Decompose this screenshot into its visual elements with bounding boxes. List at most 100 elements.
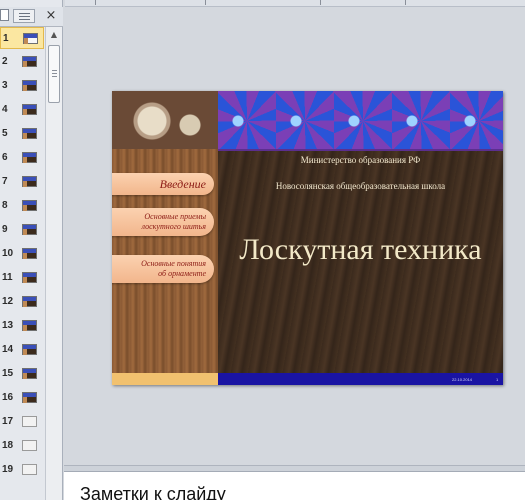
nav-intro-label: Введение	[159, 177, 206, 191]
scrollbar-thumb[interactable]	[48, 45, 60, 103]
slide-thumbnail[interactable]: 8	[0, 195, 44, 217]
scroll-up-arrow-icon[interactable]: ▲	[46, 27, 62, 43]
slide-number: 13	[2, 320, 14, 331]
slide-thumbnail[interactable]: 16	[0, 387, 44, 409]
ruler-tick	[405, 0, 406, 5]
outline-line-icon	[19, 16, 30, 17]
thumbnail-scrollbar[interactable]: ▲	[45, 27, 62, 500]
preview-side	[23, 301, 27, 307]
slide-preview-image	[22, 464, 37, 475]
slide-thumbnail[interactable]: 10	[0, 243, 44, 265]
slide-preview-image	[22, 320, 37, 331]
slide-number: 11	[2, 272, 13, 283]
slide-preview-image	[22, 296, 37, 307]
nav-button-intro[interactable]: Введение	[112, 173, 214, 195]
powerpoint-window: × 1 2 3 4 5 6 7 8 9 10 11 12 13 14 15 16 17 18 19 ▲ Минист…	[0, 0, 525, 500]
slide-thumbnail[interactable]: 18	[0, 435, 44, 457]
outline-tab[interactable]	[13, 9, 35, 23]
footer-page-number: 1	[496, 377, 499, 382]
slide-preview-image	[22, 368, 37, 379]
preview-side	[23, 229, 27, 235]
preview-side	[24, 38, 28, 44]
slide-number: 9	[2, 224, 8, 235]
slide-thumbnail[interactable]: 3	[0, 75, 44, 97]
slide-number: 17	[2, 416, 14, 427]
slide-editor-canvas: Министерство образования РФ Новосолянска…	[64, 7, 525, 465]
notes-pane[interactable]: Заметки к слайду	[64, 471, 525, 500]
preview-side	[23, 205, 27, 211]
ruler-tick	[95, 0, 96, 5]
preview-side	[23, 61, 27, 67]
current-slide[interactable]: Министерство образования РФ Новосолянска…	[112, 91, 503, 385]
slide-number: 6	[2, 152, 8, 163]
slide-preview-image	[22, 104, 37, 115]
slide-preview-image	[22, 152, 37, 163]
slide-thumbnail[interactable]: 11	[0, 267, 44, 289]
outline-line-icon	[19, 19, 30, 20]
slide-thumbnail[interactable]: 19	[0, 459, 44, 481]
quilt-pattern-banner	[218, 91, 503, 151]
slide-thumbnail[interactable]: 2	[0, 51, 44, 73]
slide-thumbnail[interactable]: 1	[0, 27, 44, 49]
slide-thumbnail[interactable]: 13	[0, 315, 44, 337]
slide-preview-image	[22, 224, 37, 235]
slide-thumbnail[interactable]: 6	[0, 147, 44, 169]
slides-tab[interactable]	[0, 9, 9, 21]
slide-number: 5	[2, 128, 8, 139]
slide-thumbnail[interactable]: 17	[0, 411, 44, 433]
slide-number: 16	[2, 392, 14, 403]
preview-side	[23, 373, 27, 379]
ministry-text[interactable]: Министерство образования РФ	[218, 155, 503, 165]
nav-button-concepts[interactable]: Основные понятия об орнаменте	[112, 255, 214, 283]
slide-title[interactable]: Лоскутная техника	[218, 233, 503, 267]
slide-number: 19	[2, 464, 14, 475]
slide-thumbnail[interactable]: 9	[0, 219, 44, 241]
footer-date: 22.10.2014	[452, 377, 473, 382]
close-pane-icon[interactable]: ×	[44, 9, 58, 23]
slide-number: 18	[2, 440, 14, 451]
preview-side	[23, 109, 27, 115]
slide-thumbnail[interactable]: 4	[0, 99, 44, 121]
slide-thumbnail[interactable]: 15	[0, 363, 44, 385]
preview-side	[23, 157, 27, 163]
outline-line-icon	[19, 13, 30, 14]
slides-pane: × 1 2 3 4 5 6 7 8 9 10 11 12 13 14 15 16 17 18 19 ▲	[0, 0, 63, 500]
slide-number: 8	[2, 200, 8, 211]
preview-side	[23, 181, 27, 187]
slide-preview-image	[22, 80, 37, 91]
preview-side	[23, 397, 27, 403]
slide-number: 4	[2, 104, 8, 115]
grip-line-icon	[52, 73, 57, 74]
school-text[interactable]: Новосолянская общеобразовательная школа	[218, 181, 503, 191]
preview-side	[23, 277, 27, 283]
ruler-tick	[320, 0, 321, 5]
slide-preview-image	[22, 128, 37, 139]
slide-number: 10	[2, 248, 14, 259]
slide-thumbnail[interactable]: 7	[0, 171, 44, 193]
sewing-photo	[112, 91, 218, 149]
grip-line-icon	[52, 76, 57, 77]
slide-thumbnail[interactable]: 12	[0, 291, 44, 313]
slide-thumbnail[interactable]: 14	[0, 339, 44, 361]
top-ruler-strip	[65, 0, 525, 7]
preview-side	[23, 253, 27, 259]
grip-line-icon	[52, 70, 57, 71]
nav-button-basics[interactable]: Основные приемы лоскутного шитья	[112, 208, 214, 236]
slide-thumbnail[interactable]: 5	[0, 123, 44, 145]
preview-side	[23, 133, 27, 139]
slide-number: 14	[2, 344, 14, 355]
pane-tabs: ×	[0, 7, 63, 27]
slide-number: 12	[2, 296, 14, 307]
notes-placeholder: Заметки к слайду	[80, 484, 226, 500]
preview-side	[23, 85, 27, 91]
nav-concepts-line1: Основные понятия	[141, 259, 206, 268]
slide-preview-image	[22, 248, 37, 259]
slide-preview-image	[22, 56, 37, 67]
nav-concepts-line2: об орнаменте	[158, 268, 206, 278]
slide-number: 3	[2, 80, 8, 91]
ruler-tick	[205, 0, 206, 5]
slide-preview-image	[22, 200, 37, 211]
slide-preview-image	[22, 344, 37, 355]
slide-number: 15	[2, 368, 14, 379]
slide-preview-image	[22, 416, 37, 427]
